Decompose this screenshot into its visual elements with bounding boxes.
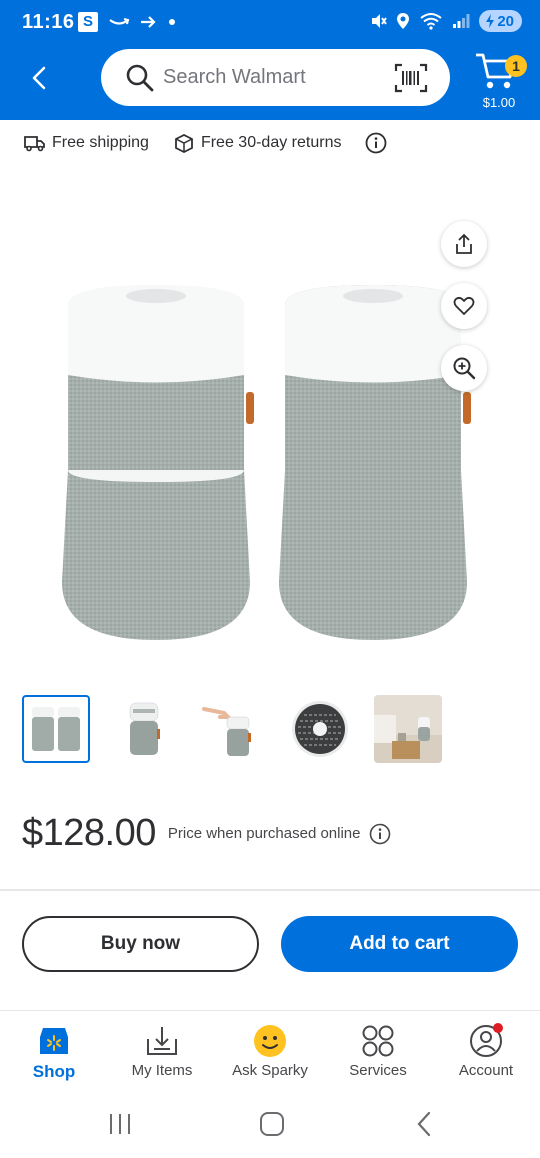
home-button[interactable] [252,1108,292,1140]
app-header: 11:16 S 20 1 $1.00 [0,0,540,120]
free-returns-label: Free 30-day returns [200,134,342,151]
price-note: Price when purchased online [167,825,361,842]
amazon-icon [109,18,130,25]
location-icon [397,13,410,29]
system-navigation-bar [0,1092,540,1158]
free-shipping-label: Free shipping [52,134,149,151]
barcode-scanner-icon[interactable] [394,63,428,93]
search-icon [126,64,154,92]
back-icon [417,1111,431,1137]
thumbnail-image [202,707,251,756]
tab-label: Account [458,1062,514,1079]
thumbnail-image [129,702,160,755]
s-app-icon: S [78,12,98,32]
system-back-button[interactable] [404,1108,444,1140]
thumbnail-purifier-on-nightstand[interactable] [374,695,442,763]
search-input[interactable] [163,49,383,106]
free-returns: Free 30-day returns [173,133,342,153]
cart-total: $1.00 [482,95,516,110]
signal-icon [453,14,470,28]
free-shipping: Free shipping [24,134,149,152]
tab-label: Ask Sparky [232,1062,308,1079]
heart-icon [453,296,475,315]
my-items-icon [147,1027,177,1055]
tab-services[interactable]: Services [324,1011,432,1091]
share-button[interactable] [441,221,487,267]
account-icon [470,1023,503,1057]
add-to-cart-button[interactable]: Add to cart [281,916,518,972]
battery-indicator: 20 [479,10,522,32]
tab-shop[interactable]: Shop [0,1011,108,1091]
zoom-in-icon [453,357,476,380]
recent-apps-icon [110,1114,130,1134]
thumbnail-image [292,701,348,757]
tab-account[interactable]: Account [432,1011,540,1091]
tab-label: My Items [131,1062,193,1079]
section-divider [0,889,540,891]
home-icon [260,1112,284,1136]
return-box-icon [175,133,193,153]
recent-apps-button[interactable] [100,1108,140,1140]
thumbnail-strip [22,695,462,763]
thumbnail-filter-top-view[interactable] [286,695,354,763]
product-price: $128.00 [22,812,156,854]
tab-label: Services [349,1062,407,1079]
info-icon[interactable] [369,823,391,845]
status-notification-icons: S [78,12,176,32]
search-bar[interactable] [101,49,450,106]
wifi-icon [420,13,442,30]
shop-icon [40,1028,68,1054]
status-system-icons: 20 [369,10,522,32]
shipping-info: Free shipping Free 30-day returns [24,130,387,156]
tab-ask-sparky[interactable]: Ask Sparky [216,1011,324,1091]
battery-level: 20 [497,12,514,30]
cart-button[interactable]: 1 $1.00 [474,50,527,112]
chevron-left-icon [32,66,46,90]
tab-label: Shop [32,1062,76,1081]
sparky-icon [254,1025,286,1057]
tab-my-items[interactable]: My Items [108,1011,216,1091]
zoom-button[interactable] [441,345,487,391]
thumbnail-image [32,707,80,751]
share-icon [456,233,472,254]
price-row: $128.00 Price when purchased online [22,812,391,855]
services-icon [362,1025,394,1057]
dot-icon [169,19,175,25]
info-icon[interactable] [365,132,387,154]
favorite-button[interactable] [441,283,487,329]
arrow-icon [141,16,156,28]
thumbnail-two-purifiers[interactable] [22,695,90,763]
truck-icon [24,136,45,152]
status-time: 11:16 [22,11,75,33]
buy-now-button[interactable]: Buy now [22,916,259,972]
product-image [62,285,471,640]
thumbnail-hand-on-purifier[interactable] [198,695,266,763]
product-gallery[interactable] [0,160,540,680]
thumbnail-single-purifier[interactable] [110,695,178,763]
back-button[interactable] [24,60,56,96]
charging-icon [486,14,495,28]
mute-icon [372,14,388,28]
cart-count-badge: 1 [505,55,527,77]
bottom-tab-bar: Shop My Items Ask Sparky Services Accoun… [0,1011,540,1091]
status-bar: 11:16 S 20 [0,0,540,44]
thumbnail-image [374,695,442,763]
